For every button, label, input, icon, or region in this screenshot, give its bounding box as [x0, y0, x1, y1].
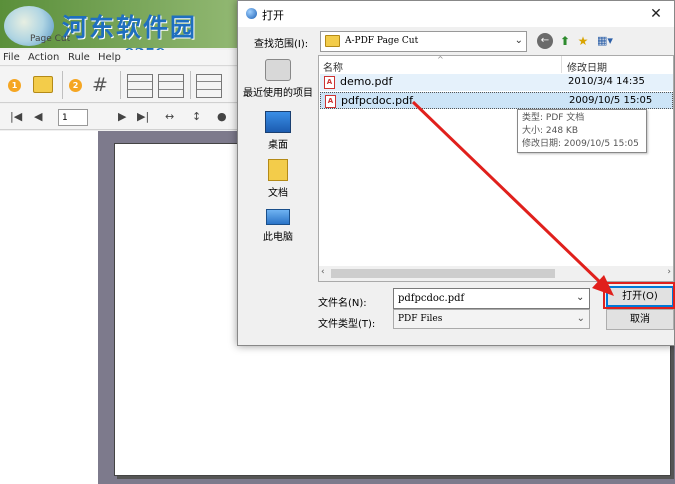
file-info-tooltip: 类型: PDF 文档 大小: 248 KB 修改日期: 2009/10/5 15…: [517, 109, 647, 153]
last-page-icon[interactable]: ▶|: [137, 110, 149, 124]
app-globe-icon: [246, 8, 257, 19]
place-label: 桌面: [268, 140, 288, 151]
menu-rule[interactable]: Rule: [68, 52, 90, 63]
file-name-input[interactable]: [393, 288, 590, 309]
file-list: ^ 名称 修改日期 A demo.pdf 2010/3/4 14:35 A pd…: [318, 55, 674, 282]
toolbar-separator: [190, 71, 191, 99]
menu-action[interactable]: Action: [28, 52, 59, 63]
first-page-icon[interactable]: |◀: [10, 110, 22, 124]
horizontal-split-icon[interactable]: [127, 74, 153, 98]
fit-width-icon[interactable]: ↔: [165, 110, 174, 124]
chevron-down-icon[interactable]: ⌄: [515, 35, 523, 46]
app-subtitle: Page Cut: [30, 34, 71, 44]
places-bar: 最近使用的项目 桌面 文档 此电脑: [238, 55, 318, 255]
place-desktop[interactable]: 桌面: [238, 111, 318, 151]
tooltip-size: 大小: 248 KB: [522, 126, 579, 136]
thumbnail-panel: [0, 131, 98, 484]
scroll-right-icon[interactable]: ›: [667, 267, 671, 277]
file-type-value: PDF Files: [398, 314, 443, 324]
page-number-input[interactable]: [58, 109, 88, 126]
menu-help[interactable]: Help: [98, 52, 121, 63]
place-documents[interactable]: 文档: [238, 159, 318, 199]
look-in-value: A-PDF Page Cut: [345, 36, 419, 46]
file-type-label: 文件类型(T):: [318, 319, 376, 330]
column-divider[interactable]: [561, 56, 562, 73]
recent-items-icon: [265, 59, 291, 81]
dialog-title-bar: 打开 ✕: [238, 1, 674, 27]
desktop-icon: [265, 111, 291, 133]
step-one-icon[interactable]: 1: [8, 79, 21, 92]
dialog-title: 打开: [262, 9, 284, 22]
step-two-icon[interactable]: 2: [69, 79, 82, 92]
folder-icon: [325, 35, 340, 47]
file-type-dropdown[interactable]: PDF Files ⌄: [393, 309, 590, 329]
file-name: demo.pdf: [340, 75, 393, 88]
pdf-file-icon: A: [325, 95, 336, 108]
next-page-icon[interactable]: ▶: [118, 110, 126, 124]
zoom-icon[interactable]: ●: [217, 110, 227, 124]
place-label: 最近使用的项目: [243, 88, 313, 99]
file-name: pdfpcdoc.pdf: [341, 94, 413, 107]
chevron-down-icon[interactable]: ⌄: [576, 292, 584, 303]
scrollbar-thumb[interactable]: [331, 269, 555, 278]
back-icon[interactable]: ←: [537, 33, 553, 49]
tooltip-type: 类型: PDF 文档: [522, 113, 585, 123]
file-name-label: 文件名(N):: [318, 298, 367, 309]
up-folder-icon[interactable]: ⬆: [557, 33, 573, 49]
file-date: 2009/10/5 15:05: [569, 95, 653, 106]
file-row-demo[interactable]: A demo.pdf 2010/3/4 14:35: [320, 74, 673, 91]
grid-icon[interactable]: #: [92, 75, 108, 95]
tooltip-modified: 修改日期: 2009/10/5 15:05: [522, 139, 639, 149]
file-row-pdfpcdoc[interactable]: A pdfpcdoc.pdf 2009/10/5 15:05: [320, 92, 673, 109]
column-header-name[interactable]: 名称: [323, 59, 343, 74]
pdf-file-icon: A: [324, 76, 335, 89]
view-menu-icon[interactable]: ▦▾: [594, 33, 616, 49]
cut-rule-icon[interactable]: [196, 74, 222, 98]
horizontal-scrollbar[interactable]: ‹ ›: [319, 266, 673, 281]
look-in-label: 查找范围(I):: [254, 39, 309, 50]
column-header-date[interactable]: 修改日期: [567, 59, 607, 74]
documents-icon: [268, 159, 288, 181]
fit-height-icon[interactable]: ↕: [192, 110, 201, 124]
menu-file[interactable]: File: [3, 52, 20, 63]
sort-ascending-icon: ^: [437, 55, 444, 64]
toolbar-separator: [120, 71, 121, 99]
scroll-left-icon[interactable]: ‹: [321, 267, 325, 277]
close-icon[interactable]: ✕: [642, 1, 670, 27]
new-folder-icon[interactable]: ★: [575, 33, 591, 49]
vertical-split-icon[interactable]: [158, 74, 184, 98]
chevron-down-icon[interactable]: ⌄: [577, 313, 585, 324]
site-name: 河东软件园: [62, 13, 198, 42]
highlight-box: [603, 282, 675, 309]
open-file-icon[interactable]: [33, 76, 53, 93]
toolbar-separator: [62, 71, 63, 99]
file-date: 2010/3/4 14:35: [568, 76, 645, 87]
look-in-dropdown[interactable]: A-PDF Page Cut ⌄: [320, 31, 527, 52]
this-pc-icon: [266, 209, 290, 225]
place-this-pc[interactable]: 此电脑: [238, 209, 318, 243]
cancel-button[interactable]: 取消: [606, 309, 674, 330]
place-label: 文档: [268, 188, 288, 199]
place-label: 此电脑: [263, 232, 293, 243]
place-recent-items[interactable]: 最近使用的项目: [238, 59, 318, 99]
previous-page-icon[interactable]: ◀: [34, 110, 42, 124]
